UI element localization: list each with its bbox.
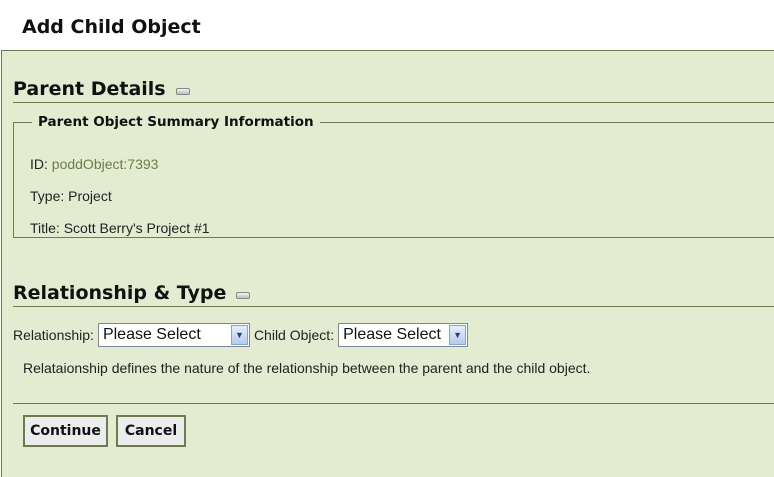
cancel-button[interactable]: Cancel <box>116 415 186 447</box>
parent-summary-fieldset: Parent Object Summary Information ID: po… <box>13 114 774 238</box>
parent-summary-legend: Parent Object Summary Information <box>38 114 314 130</box>
continue-button[interactable]: Continue <box>23 415 108 447</box>
parent-type-label: Type: <box>30 188 65 204</box>
child-object-select[interactable]: Please Select ▼ <box>338 323 469 347</box>
parent-id-value: poddObject:7393 <box>51 156 159 172</box>
parent-type-value: Project <box>68 188 112 204</box>
parent-id-row: ID: poddObject:7393 <box>30 156 158 172</box>
child-object-label: Child Object: <box>253 327 335 343</box>
parent-id-label: ID: <box>30 156 48 172</box>
parent-type-row: Type: Project <box>30 188 112 204</box>
relationship-row: Relationship: Please Select ▼ Child Obje… <box>13 323 469 347</box>
form-panel: Parent Details Parent Object Summary Inf… <box>1 50 774 477</box>
parent-title-label: Title: <box>30 220 60 236</box>
relationship-heading: Relationship & Type <box>13 282 251 304</box>
collapse-icon[interactable] <box>236 291 251 299</box>
footer-divider <box>13 403 774 404</box>
heading-divider <box>13 306 774 307</box>
parent-details-heading: Parent Details <box>13 78 190 100</box>
collapse-icon[interactable] <box>175 87 190 95</box>
chevron-down-icon[interactable]: ▼ <box>230 325 248 345</box>
page-title: Add Child Object <box>22 16 201 38</box>
parent-details-title: Parent Details <box>13 78 166 100</box>
relationship-help-text: Relataionship defines the nature of the … <box>23 360 591 376</box>
child-object-select-value: Please Select <box>343 326 441 343</box>
chevron-down-icon[interactable]: ▼ <box>449 325 467 345</box>
heading-divider <box>13 102 774 103</box>
parent-title-value: Scott Berry's Project #1 <box>63 220 210 236</box>
relationship-label: Relationship: <box>13 327 94 343</box>
relationship-select[interactable]: Please Select ▼ <box>97 323 250 347</box>
relationship-select-value: Please Select <box>102 326 201 343</box>
relationship-title: Relationship & Type <box>13 282 227 304</box>
parent-title-row: Title: Scott Berry's Project #1 <box>30 220 210 236</box>
